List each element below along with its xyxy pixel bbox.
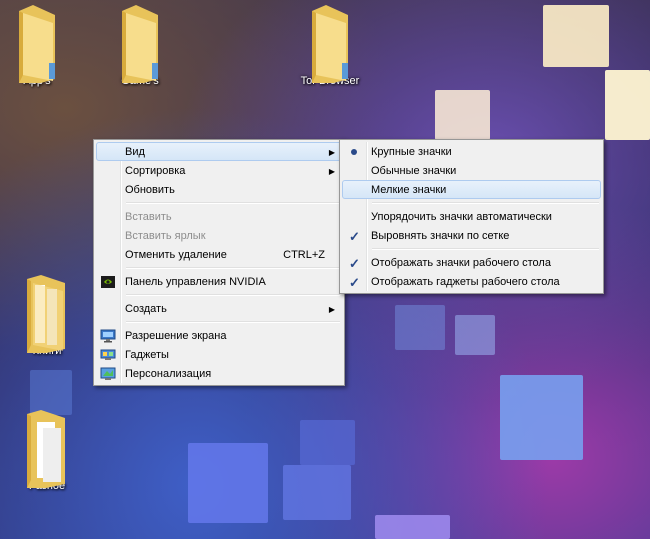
view-submenu: Крупные значки Обычные значки Мелкие зна…: [339, 139, 604, 294]
bg-square: [605, 70, 650, 140]
menu-item-paste: Вставить: [96, 207, 342, 226]
desktop-icon-misc[interactable]: Разное: [12, 408, 82, 492]
menu-item-refresh[interactable]: Обновить: [96, 180, 342, 199]
menu-separator: [372, 202, 599, 204]
menu-item-label: Панель управления NVIDIA: [125, 276, 266, 288]
desktop-icon-apps[interactable]: App's: [2, 3, 72, 89]
desktop-icon-games[interactable]: Game's: [105, 3, 175, 89]
menu-item-nvidia[interactable]: Панель управления NVIDIA: [96, 272, 342, 291]
bg-square: [375, 515, 450, 539]
menu-item-paste-shortcut: Вставить ярлык: [96, 226, 342, 245]
bg-square: [543, 5, 609, 67]
menu-item-label: Обновить: [125, 184, 175, 196]
menu-item-shortcut: CTRL+Z: [283, 249, 325, 261]
gadgets-icon: [100, 347, 116, 363]
menu-item-medium-icons[interactable]: Обычные значки: [342, 161, 601, 180]
menu-item-create[interactable]: Создать ▶: [96, 299, 342, 318]
menu-item-label: Крупные значки: [371, 146, 452, 158]
chevron-right-icon: ▶: [328, 167, 335, 176]
menu-item-undo-delete[interactable]: Отменить удаление CTRL+Z: [96, 245, 342, 264]
menu-item-sort[interactable]: Сортировка ▶: [96, 161, 342, 180]
menu-item-label: Вставить: [125, 211, 172, 223]
menu-item-label: Отображать значки рабочего стола: [371, 257, 551, 269]
bg-square: [500, 375, 583, 460]
menu-item-auto-arrange[interactable]: Упорядочить значки автоматически: [342, 207, 601, 226]
menu-item-label: Персонализация: [125, 368, 212, 380]
desktop-context-menu: Вид ▶ Сортировка ▶ Обновить Вставить Вст…: [93, 139, 345, 386]
bg-square: [435, 90, 490, 140]
radio-dot-icon: [351, 149, 357, 155]
menu-item-large-icons[interactable]: Крупные значки: [342, 142, 601, 161]
menu-separator: [126, 294, 340, 296]
menu-item-show-desktop-icons[interactable]: ✓ Отображать значки рабочего стола: [342, 253, 601, 272]
chevron-right-icon: ▶: [328, 305, 335, 314]
folder-icon: [23, 273, 71, 357]
menu-item-label: Обычные значки: [371, 165, 457, 177]
menu-item-label: Создать: [125, 303, 167, 315]
checkmark-icon: ✓: [349, 229, 360, 244]
display-icon: [100, 328, 116, 344]
menu-separator: [372, 248, 599, 250]
folder-icon: [306, 3, 354, 89]
menu-item-label: Упорядочить значки автоматически: [371, 211, 552, 223]
menu-separator: [126, 321, 340, 323]
menu-item-label: Разрешение экрана: [125, 330, 227, 342]
menu-item-label: Выровнять значки по сетке: [371, 230, 510, 242]
menu-separator: [126, 267, 340, 269]
menu-item-label: Отменить удаление: [125, 249, 227, 261]
menu-item-label: Гаджеты: [125, 349, 169, 361]
menu-item-label: Вставить ярлык: [125, 230, 206, 242]
checkmark-icon: ✓: [349, 275, 360, 290]
menu-separator: [126, 202, 340, 204]
menu-item-label: Сортировка: [125, 165, 186, 177]
menu-item-label: Отображать гаджеты рабочего стола: [371, 276, 560, 288]
desktop-icon-books[interactable]: Книги: [12, 273, 82, 357]
menu-item-show-gadgets[interactable]: ✓ Отображать гаджеты рабочего стола: [342, 272, 601, 291]
chevron-right-icon: ▶: [328, 148, 335, 157]
desktop-icon-tor-browser[interactable]: Tor Browser: [295, 3, 365, 89]
checkmark-icon: ✓: [349, 256, 360, 271]
bg-square: [455, 315, 495, 355]
bg-square: [188, 443, 268, 523]
bg-square: [395, 305, 445, 350]
menu-item-screen-resolution[interactable]: Разрешение экрана: [96, 326, 342, 345]
menu-item-label: Мелкие значки: [371, 184, 447, 196]
folder-icon: [116, 3, 164, 89]
menu-item-gadgets[interactable]: Гаджеты: [96, 345, 342, 364]
menu-item-small-icons[interactable]: Мелкие значки: [342, 180, 601, 199]
folder-icon: [13, 3, 61, 89]
folder-icon: [23, 408, 71, 492]
bg-square: [300, 420, 355, 465]
bg-square: [283, 465, 351, 520]
menu-item-align-to-grid[interactable]: ✓ Выровнять значки по сетке: [342, 226, 601, 245]
menu-item-view[interactable]: Вид ▶: [96, 142, 342, 161]
menu-item-personalization[interactable]: Персонализация: [96, 364, 342, 383]
nvidia-icon: [100, 274, 116, 290]
menu-item-label: Вид: [125, 146, 145, 158]
personalize-icon: [100, 366, 116, 382]
